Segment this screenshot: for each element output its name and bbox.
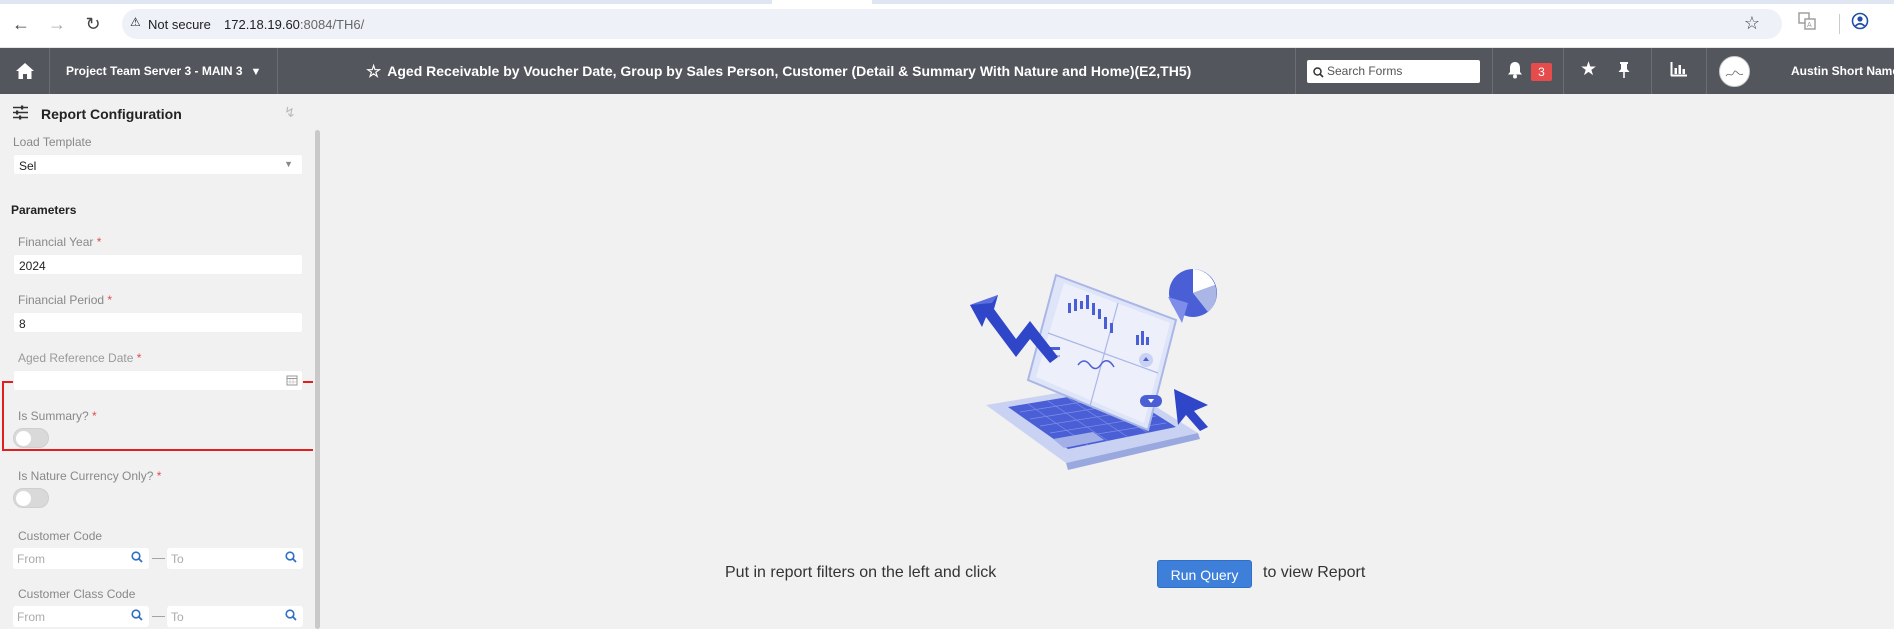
is-summary-toggle[interactable]: [13, 428, 49, 448]
customer-code-label: Customer Code: [18, 529, 103, 543]
home-button[interactable]: [0, 48, 50, 94]
profile-icon[interactable]: [1851, 12, 1869, 35]
forward-icon[interactable]: →: [46, 13, 68, 35]
project-selector[interactable]: Project Team Server 3 - MAIN 3 ▼: [66, 64, 261, 78]
report-main-area: Put in report filters on the left and cl…: [322, 94, 1894, 629]
report-configuration-panel: Report Configuration ↯ Load Template Sel…: [0, 94, 322, 629]
search-icon[interactable]: [285, 609, 297, 624]
reload-icon[interactable]: ↻: [82, 13, 104, 35]
url-text[interactable]: 172.18.19.60:8084/TH6/: [224, 17, 364, 32]
is-summary-label: Is Summary? *: [18, 409, 97, 423]
customer-class-code-to-input[interactable]: To: [167, 606, 303, 627]
financial-period-field[interactable]: 8: [13, 312, 303, 333]
address-bar[interactable]: ⚠ Not secure 172.18.19.60:8084/TH6/ ☆: [122, 9, 1782, 39]
app-header: Project Team Server 3 - MAIN 3 ▼ ☆ Aged Re…: [0, 48, 1894, 94]
load-template-label: Load Template: [13, 135, 92, 149]
avatar[interactable]: [1719, 56, 1750, 87]
chevron-down-icon: ▼: [250, 66, 262, 78]
range-dash: —: [152, 550, 165, 565]
customer-class-code-from-input[interactable]: From: [13, 606, 149, 627]
search-icon[interactable]: [131, 551, 143, 566]
user-name[interactable]: Austin Short Name: [1791, 64, 1894, 78]
svg-text:A: A: [1807, 22, 1812, 29]
security-label[interactable]: Not secure: [148, 17, 211, 32]
aged-reference-date-field[interactable]: [13, 370, 303, 391]
search-icon[interactable]: [285, 551, 297, 566]
collapse-panel-icon[interactable]: ↯: [284, 104, 296, 121]
warning-icon: ⚠: [130, 15, 141, 29]
cta-text-before: Put in report filters on the left and cl…: [725, 564, 997, 581]
search-forms[interactable]: [1307, 60, 1480, 83]
back-icon[interactable]: ←: [10, 13, 32, 35]
report-illustration: [970, 269, 1217, 470]
load-template-select[interactable]: Sel ▼: [13, 154, 303, 175]
financial-period-label: Financial Period *: [18, 293, 113, 307]
customer-code-from-input[interactable]: From: [13, 548, 149, 569]
bar-chart-icon[interactable]: [1670, 61, 1688, 80]
chevron-down-icon: ▼: [284, 159, 293, 169]
range-dash: —: [152, 608, 165, 623]
run-query-button[interactable]: Run Query: [1157, 560, 1252, 588]
calendar-icon[interactable]: [286, 374, 298, 389]
browser-toolbar: ← → ↻ ⚠ Not secure 172.18.19.60:8084/TH6…: [0, 0, 1894, 48]
translate-icon[interactable]: A: [1798, 12, 1816, 35]
panel-title: Report Configuration: [41, 106, 182, 122]
favorite-star-icon[interactable]: ☆: [366, 62, 381, 81]
notification-badge: 3: [1531, 63, 1552, 81]
pin-icon[interactable]: [1617, 61, 1631, 82]
customer-code-to-input[interactable]: To: [167, 548, 303, 569]
home-icon: [15, 63, 34, 79]
search-icon: [1313, 65, 1324, 83]
is-nature-currency-label: Is Nature Currency Only? *: [18, 469, 162, 483]
favorites-icon[interactable]: ★: [1580, 60, 1597, 79]
bell-icon[interactable]: [1507, 61, 1523, 82]
cta-text-after: to view Report: [1263, 564, 1366, 581]
customer-class-code-label: Customer Class Code: [18, 587, 136, 601]
sidebar-scrollbar[interactable]: [315, 130, 320, 629]
bookmark-star-icon[interactable]: ☆: [1744, 13, 1760, 34]
is-nature-currency-toggle[interactable]: [13, 488, 49, 508]
sliders-icon: [12, 105, 29, 125]
search-icon[interactable]: [131, 609, 143, 624]
search-input[interactable]: [1327, 62, 1475, 80]
financial-year-label: Financial Year *: [18, 235, 102, 249]
parameters-heading: Parameters: [11, 203, 77, 217]
report-title: ☆ Aged Receivable by Voucher Date, Group …: [366, 62, 1192, 81]
financial-year-field[interactable]: 2024: [13, 254, 303, 275]
aged-reference-date-label: Aged Reference Date *: [18, 351, 142, 365]
